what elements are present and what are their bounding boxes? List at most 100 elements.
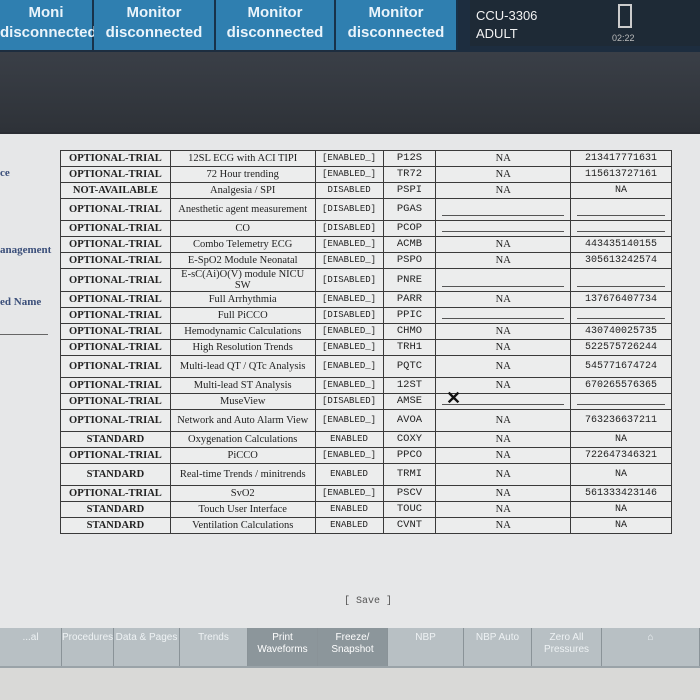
softkey-bar: ...al Procedures Data & Pages Trends Pri… <box>0 628 700 668</box>
monitor-tab-1[interactable]: Moni disconnected <box>0 0 97 50</box>
monitor-tab-title: Monitor <box>247 4 303 21</box>
option-row[interactable]: NOT-AVAILABLE Analgesia / SPI DISABLED PSPI… <box>60 182 672 199</box>
option-row[interactable]: OPTIONAL-TRIAL Full PiCCO [DISABLED] PPIC <box>60 307 672 324</box>
option-row[interactable]: STANDARD Real-time Trends / minitrends ENA… <box>60 463 672 486</box>
option-status: OPTIONAL-TRIAL <box>60 236 171 253</box>
option-row[interactable]: STANDARD Oxygenation Calculations ENABLED C… <box>60 431 672 448</box>
option-code: PSPO <box>382 252 437 269</box>
option-expiry: NA <box>435 431 572 448</box>
option-row[interactable]: OPTIONAL-TRIAL PiCCO [ENABLED_] PPCO NA 72264… <box>60 447 672 464</box>
option-status: OPTIONAL-TRIAL <box>60 166 171 183</box>
option-code: PSPI <box>382 182 437 199</box>
option-key: NA <box>570 182 672 199</box>
softkey-nbp[interactable]: NBP <box>388 628 464 666</box>
option-row[interactable]: STANDARD Touch User Interface ENABLED TOUC N… <box>60 501 672 518</box>
option-expiry: NA <box>435 252 572 269</box>
softkey-print-waveforms[interactable]: Print Waveforms <box>248 628 318 666</box>
option-row[interactable]: OPTIONAL-TRIAL High Resolution Trends [ENA… <box>60 339 672 356</box>
softkey-1[interactable]: ...al <box>0 628 62 666</box>
option-row[interactable]: OPTIONAL-TRIAL Multi-lead ST Analysis [ENA… <box>60 377 672 394</box>
save-button[interactable]: [ Save ] <box>344 596 392 607</box>
option-row[interactable]: OPTIONAL-TRIAL CO [DISABLED] PCOP <box>60 220 672 237</box>
mouse-cursor-icon: ✕ <box>446 388 462 408</box>
option-status: OPTIONAL-TRIAL <box>60 198 171 221</box>
monitor-tab-status: disconnected <box>105 24 203 41</box>
option-state: [ENABLED_] <box>314 409 384 432</box>
left-menu-label[interactable]: anagement <box>0 244 51 256</box>
option-name: High Resolution Trends <box>169 339 316 356</box>
option-row[interactable]: OPTIONAL-TRIAL 72 Hour trending [ENABLED_]… <box>60 166 672 183</box>
softkey-home-icon[interactable]: ⌂ <box>602 628 700 666</box>
option-status: NOT-AVAILABLE <box>60 182 171 199</box>
option-status: OPTIONAL-TRIAL <box>60 307 171 324</box>
option-state: [DISABLED] <box>314 198 384 221</box>
option-row[interactable]: STANDARD Ventilation Calculations ENABLED C… <box>60 517 672 534</box>
option-status: OPTIONAL-TRIAL <box>60 291 171 308</box>
option-key <box>570 198 672 221</box>
option-row[interactable]: OPTIONAL-TRIAL Anesthetic agent measureme… <box>60 198 672 221</box>
option-status: STANDARD <box>60 431 171 448</box>
softkey-zero-all-pressures[interactable]: Zero All Pressures <box>532 628 602 666</box>
option-key: 522575726244 <box>570 339 672 356</box>
option-name: Combo Telemetry ECG <box>169 236 316 253</box>
option-status: STANDARD <box>60 517 171 534</box>
softkey-data-pages[interactable]: Data & Pages <box>114 628 180 666</box>
softkey-nbp-auto[interactable]: NBP Auto <box>464 628 532 666</box>
option-code: AVOA <box>382 409 437 432</box>
option-name: Real-time Trends / minitrends <box>169 463 316 486</box>
left-menu-label[interactable]: ed Name <box>0 296 41 308</box>
left-menu-label[interactable]: ce <box>0 167 10 179</box>
option-row[interactable]: OPTIONAL-TRIAL Multi-lead QT / QTc Analys… <box>60 355 672 378</box>
option-state: ENABLED <box>314 501 384 518</box>
option-status: OPTIONAL-TRIAL <box>60 252 171 269</box>
option-key <box>570 268 672 292</box>
option-status: OPTIONAL-TRIAL <box>60 355 171 378</box>
option-state: [ENABLED_] <box>314 166 384 183</box>
option-name: 12SL ECG with ACI TIPI <box>169 150 316 167</box>
patient-info[interactable]: CCU-3306 ADULT 02:22 <box>470 0 700 46</box>
monitor-tab-title: Monitor <box>126 4 182 21</box>
clock: 02:22 <box>612 33 635 43</box>
option-key: 545771674724 <box>570 355 672 378</box>
option-row[interactable]: OPTIONAL-TRIAL Hemodynamic Calculations [E… <box>60 323 672 340</box>
option-name: MuseView <box>169 393 316 410</box>
battery-icon <box>618 4 632 28</box>
option-code: PPCO <box>382 447 437 464</box>
option-expiry: NA <box>435 323 572 340</box>
option-row[interactable]: OPTIONAL-TRIAL Network and Auto Alarm Vie… <box>60 409 672 432</box>
monitor-tab-2[interactable]: Monitor disconnected <box>94 0 216 50</box>
option-expiry: NA <box>435 291 572 308</box>
option-row[interactable]: OPTIONAL-TRIAL E-SpO2 Module Neonatal [ENA… <box>60 252 672 269</box>
option-row[interactable]: OPTIONAL-TRIAL Full Arrhythmia [ENABLED_] P… <box>60 291 672 308</box>
option-status: OPTIONAL-TRIAL <box>60 485 171 502</box>
option-state: [DISABLED] <box>314 220 384 237</box>
monitor-tab-3[interactable]: Monitor disconnected <box>216 0 336 50</box>
software-options-table: OPTIONAL-TRIAL 12SL ECG with ACI TIPI [ENA… <box>60 150 672 534</box>
option-row[interactable]: OPTIONAL-TRIAL 12SL ECG with ACI TIPI [ENA… <box>60 150 672 167</box>
option-name: E-SpO2 Module Neonatal <box>169 252 316 269</box>
softkey-procedures[interactable]: Procedures <box>62 628 114 666</box>
option-row[interactable]: OPTIONAL-TRIAL MuseView [DISABLED] AMSE <box>60 393 672 410</box>
monitor-tab-4[interactable]: Monitor disconnected <box>336 0 458 50</box>
option-code: AMSE <box>382 393 437 410</box>
option-state: [ENABLED_] <box>314 236 384 253</box>
option-name: PiCCO <box>169 447 316 464</box>
option-status: OPTIONAL-TRIAL <box>60 339 171 356</box>
option-key: NA <box>570 501 672 518</box>
option-expiry <box>435 198 572 221</box>
option-key <box>570 220 672 237</box>
option-expiry: NA <box>435 355 572 378</box>
softkey-trends[interactable]: Trends <box>180 628 248 666</box>
option-name: Hemodynamic Calculations <box>169 323 316 340</box>
option-expiry <box>435 220 572 237</box>
option-expiry: NA <box>435 447 572 464</box>
option-name: Full PiCCO <box>169 307 316 324</box>
option-expiry: NA <box>435 463 572 486</box>
option-row[interactable]: OPTIONAL-TRIAL Combo Telemetry ECG [ENABLE… <box>60 236 672 253</box>
option-key: 443435140155 <box>570 236 672 253</box>
option-row[interactable]: OPTIONAL-TRIAL E-sC(Ai)O(V) module NICU S… <box>60 268 672 292</box>
option-status: OPTIONAL-TRIAL <box>60 409 171 432</box>
option-expiry: NA <box>435 182 572 199</box>
option-row[interactable]: OPTIONAL-TRIAL SvO2 [ENABLED_] PSCV NA 561333… <box>60 485 672 502</box>
softkey-freeze-snapshot[interactable]: Freeze/ Snapshot <box>318 628 388 666</box>
